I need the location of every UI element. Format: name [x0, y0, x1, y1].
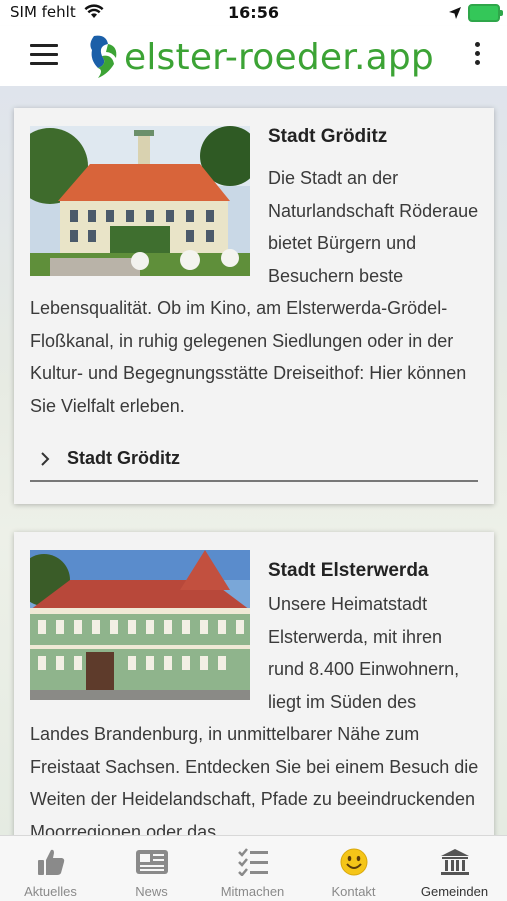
card-link-groeditz[interactable]: Stadt Gröditz: [30, 440, 478, 482]
bottom-tab-bar: Aktuelles News Mitmachen Kontakt Gemeind…: [0, 835, 507, 901]
tab-label: Mitmachen: [220, 884, 285, 899]
card-elsterwerda: Stadt Elsterwerda Unsere Heimatstadt Els…: [14, 532, 494, 835]
app-logo-text: elster-roeder.app: [124, 37, 434, 78]
card-link-label: Stadt Gröditz: [67, 448, 180, 468]
thumbs-up-icon: [0, 846, 101, 878]
tab-label: Kontakt: [331, 884, 376, 899]
content-scroll-area[interactable]: Stadt Gröditz Die Stadt an der Naturland…: [0, 86, 507, 835]
tab-label: Aktuelles: [24, 884, 77, 899]
status-bar: SIM fehlt 16:56: [0, 0, 507, 26]
hamburger-menu-button[interactable]: [30, 44, 58, 68]
newspaper-icon: [101, 846, 202, 878]
building-icon: [404, 846, 505, 878]
clock: 16:56: [228, 3, 279, 22]
tab-mitmachen[interactable]: Mitmachen: [202, 836, 303, 901]
card-title: Stadt Elsterwerda: [268, 560, 429, 581]
app-header: elster-roeder.app: [0, 26, 507, 86]
card-title: Stadt Gröditz: [268, 126, 388, 147]
tab-gemeinden[interactable]: Gemeinden: [404, 836, 505, 901]
smiley-icon: [303, 846, 404, 878]
tab-label: News: [135, 884, 168, 899]
tab-news[interactable]: News: [101, 836, 202, 901]
tab-aktuelles[interactable]: Aktuelles: [0, 836, 101, 901]
logo-icon: [84, 34, 124, 84]
tab-label: Gemeinden: [420, 884, 489, 899]
battery-icon: [468, 4, 503, 22]
checklist-icon: [202, 846, 303, 878]
tab-kontakt[interactable]: Kontakt: [303, 836, 404, 901]
chevron-right-icon: [40, 451, 50, 470]
location-arrow-icon: [448, 5, 462, 24]
more-options-button[interactable]: [470, 42, 484, 70]
card-groeditz: Stadt Gröditz Die Stadt an der Naturland…: [14, 108, 494, 504]
